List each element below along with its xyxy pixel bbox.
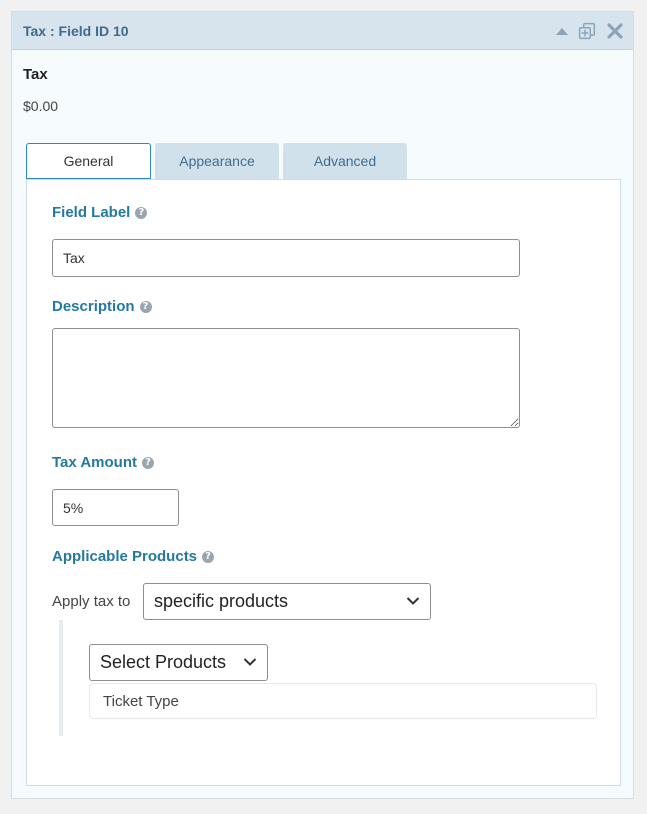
applicable-products-heading: Applicable Products ?	[52, 548, 215, 565]
apply-tax-to-value: specific products	[154, 591, 289, 611]
field-preview-name: Tax	[23, 66, 48, 83]
general-tab-content: Field Label ? Description ? Tax Amount ?…	[26, 179, 621, 786]
help-icon[interactable]: ?	[139, 300, 152, 313]
duplicate-icon[interactable]	[578, 22, 596, 40]
tab-appearance[interactable]: Appearance	[155, 143, 279, 179]
chevron-down-icon	[243, 658, 257, 666]
description-textarea[interactable]	[52, 328, 520, 428]
field-panel: Tax : Field ID 10 Tax $0.00 General Appe…	[11, 11, 634, 799]
selected-product-item: Ticket Type	[103, 692, 179, 710]
help-icon[interactable]: ?	[142, 456, 154, 469]
collapse-arrow-icon[interactable]	[553, 22, 571, 40]
indent-bar	[59, 620, 63, 736]
select-products-dropdown[interactable]: Select Products	[89, 644, 268, 681]
field-preview-price: $0.00	[23, 98, 59, 114]
description-heading-text: Description	[52, 298, 135, 315]
panel-header[interactable]: Tax : Field ID 10	[12, 12, 633, 50]
select-products-placeholder: Select Products	[100, 652, 227, 672]
selected-products-list[interactable]: Ticket Type	[89, 683, 597, 719]
apply-tax-to-select[interactable]: specific products	[143, 583, 431, 620]
tax-amount-heading: Tax Amount ?	[52, 454, 154, 471]
tax-amount-heading-text: Tax Amount	[52, 454, 137, 471]
field-label-heading: Field Label ?	[52, 204, 148, 221]
apply-tax-to-label: Apply tax to	[52, 593, 131, 610]
chevron-down-icon	[406, 597, 420, 605]
tax-amount-input[interactable]	[52, 489, 179, 526]
field-label-heading-text: Field Label	[52, 204, 131, 221]
tab-advanced[interactable]: Advanced	[283, 143, 407, 179]
close-icon[interactable]	[606, 22, 624, 40]
tab-general[interactable]: General	[26, 143, 151, 179]
help-icon[interactable]: ?	[135, 206, 148, 219]
field-label-input[interactable]	[52, 239, 520, 277]
panel-title: Tax : Field ID 10	[23, 23, 129, 39]
applicable-products-heading-text: Applicable Products	[52, 548, 198, 565]
help-icon[interactable]: ?	[202, 550, 215, 563]
description-heading: Description ?	[52, 298, 152, 315]
